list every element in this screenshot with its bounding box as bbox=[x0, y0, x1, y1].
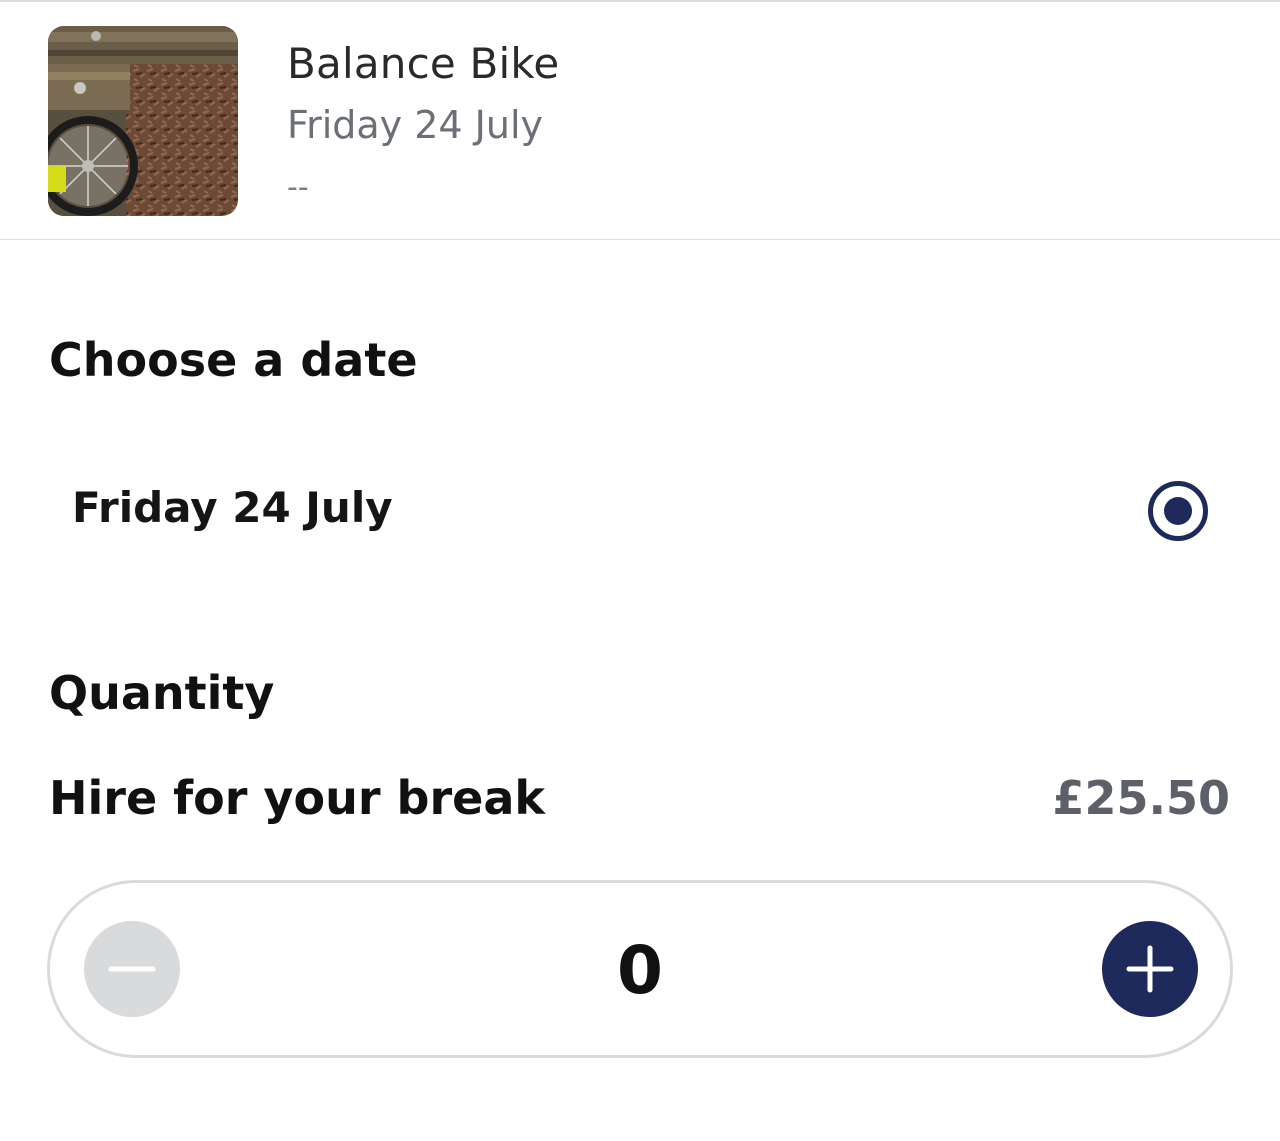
date-option-friday-24-july[interactable]: Friday 24 July bbox=[48, 455, 1232, 565]
radio-selected-icon[interactable] bbox=[1148, 481, 1208, 541]
product-name: Balance Bike bbox=[287, 39, 560, 88]
balance-bike-photo-icon bbox=[48, 26, 238, 216]
hire-item-label: Hire for your break bbox=[49, 771, 545, 825]
quantity-value: 0 bbox=[617, 932, 663, 1009]
product-summary: Balance Bike Friday 24 July -- bbox=[0, 2, 1280, 240]
quantity-heading: Quantity bbox=[49, 666, 275, 720]
quantity-stepper: 0 bbox=[47, 880, 1233, 1058]
radio-dot bbox=[1164, 497, 1192, 525]
hire-item-price: £25.50 bbox=[1052, 771, 1230, 825]
product-thumbnail bbox=[48, 26, 238, 216]
date-option-label: Friday 24 July bbox=[72, 483, 393, 532]
product-date: Friday 24 July bbox=[287, 103, 544, 147]
product-extra-info: -- bbox=[287, 170, 309, 205]
plus-icon bbox=[1126, 945, 1174, 993]
booking-page: Balance Bike Friday 24 July -- Choose a … bbox=[0, 0, 1280, 1141]
increment-button[interactable] bbox=[1102, 921, 1198, 1017]
choose-date-heading: Choose a date bbox=[49, 333, 418, 387]
